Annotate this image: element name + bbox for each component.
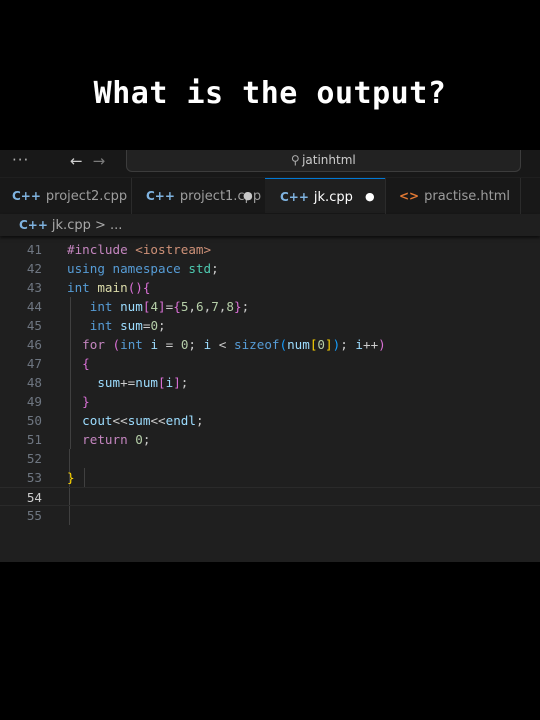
- code-line[interactable]: 54: [0, 487, 540, 506]
- search-text: jatinhtml: [302, 153, 356, 167]
- cpp-file-icon: C++: [12, 189, 41, 203]
- command-center-search[interactable]: ⚲ jatinhtml: [126, 150, 521, 172]
- tab-practise-html[interactable]: <> practise.html: [386, 178, 520, 214]
- code-text: }: [67, 470, 75, 485]
- tab-label: jk.cpp: [313, 190, 353, 205]
- code-text: return 0;: [82, 432, 151, 447]
- code-line[interactable]: 48 sum+=num[i];: [0, 373, 540, 392]
- line-number: 44: [26, 299, 42, 314]
- tab-divider: [520, 178, 521, 214]
- tab-label: practise.html: [424, 189, 511, 204]
- line-number: 48: [26, 375, 42, 390]
- code-line[interactable]: 53}: [0, 468, 540, 487]
- code-text: int sum=0;: [89, 318, 166, 333]
- title-bar: ··· ← → ⚲ jatinhtml: [0, 150, 540, 177]
- code-line[interactable]: 43 int main(){: [0, 278, 540, 297]
- code-line[interactable]: 55: [0, 506, 540, 525]
- code-line[interactable]: 52: [0, 449, 540, 468]
- more-menu-icon[interactable]: ···: [12, 151, 29, 169]
- code-line[interactable]: 41 #include <iostream>: [0, 240, 540, 259]
- code-area[interactable]: 41 #include <iostream> 42 using namespace s…: [0, 240, 540, 525]
- html-file-icon: <>: [399, 189, 420, 203]
- code-line[interactable]: 42 using namespace std;: [0, 259, 540, 278]
- line-number: 47: [26, 356, 42, 371]
- breadcrumb-more[interactable]: ...: [110, 218, 122, 233]
- code-line[interactable]: 45 int sum=0;: [0, 316, 540, 335]
- unsaved-dot-icon[interactable]: ●: [365, 179, 375, 215]
- line-number: 45: [26, 318, 42, 333]
- back-arrow-icon[interactable]: ←: [70, 152, 83, 170]
- code-line[interactable]: 46 for (int i = 0; i < sizeof(num[0]); i…: [0, 335, 540, 354]
- code-line[interactable]: 44 int num[4]={5,6,7,8};: [0, 297, 540, 316]
- tab-project2-cpp[interactable]: C++ project2.cpp: [12, 178, 132, 214]
- code-line[interactable]: 51 return 0;: [0, 430, 540, 449]
- cpp-file-icon: C++: [146, 189, 175, 203]
- line-number: 51: [26, 432, 42, 447]
- line-number: 53: [26, 470, 42, 485]
- breadcrumb: C++ jk.cpp > ...: [0, 214, 540, 236]
- line-number: 41: [26, 242, 42, 257]
- code-line[interactable]: 49 }: [0, 392, 540, 411]
- line-number: 43: [26, 280, 42, 295]
- cpp-file-icon: C++: [19, 218, 48, 232]
- code-text: }: [82, 394, 90, 409]
- line-number: 55: [26, 508, 42, 523]
- breadcrumb-file[interactable]: jk.cpp: [52, 218, 91, 233]
- code-text: int main(){: [67, 280, 151, 295]
- tab-label: project2.cpp: [45, 189, 128, 204]
- tab-project1-cpp[interactable]: C++ project1.cpp ●: [132, 178, 264, 214]
- code-text: using namespace std;: [67, 261, 219, 276]
- line-number: 46: [26, 337, 42, 352]
- editor-tabs: C++ project2.cpp C++ project1.cpp ● C++ jk.…: [0, 178, 540, 215]
- code-text: sum+=num[i];: [97, 375, 189, 390]
- line-number: 52: [26, 451, 42, 466]
- code-line[interactable]: 50 cout<<sum<<endl;: [0, 411, 540, 430]
- code-text: for (int i = 0; i < sizeof(num[0]); i++): [82, 337, 386, 352]
- breadcrumb-separator: >: [95, 218, 106, 233]
- navigation-arrows: ← →: [70, 152, 115, 170]
- code-text: {: [82, 356, 90, 371]
- code-text: cout<<sum<<endl;: [82, 413, 204, 428]
- line-number: 54: [26, 490, 42, 505]
- tab-jk-cpp[interactable]: C++ jk.cpp ●: [265, 178, 385, 213]
- code-line[interactable]: 47 {: [0, 354, 540, 373]
- unsaved-dot-icon[interactable]: ●: [243, 178, 253, 214]
- code-editor-window: ··· ← → ⚲ jatinhtml C++ project2.cpp C++ pro…: [0, 150, 540, 562]
- line-number: 50: [26, 413, 42, 428]
- cpp-file-icon: C++: [280, 190, 309, 204]
- code-text: #include <iostream>: [67, 242, 212, 257]
- headline-caption: What is the output?: [93, 76, 447, 111]
- code-text: int num[4]={5,6,7,8};: [89, 299, 250, 314]
- line-number: 49: [26, 394, 42, 409]
- forward-arrow-icon[interactable]: →: [93, 152, 106, 170]
- line-number: 42: [26, 261, 42, 276]
- search-icon: ⚲: [291, 153, 301, 167]
